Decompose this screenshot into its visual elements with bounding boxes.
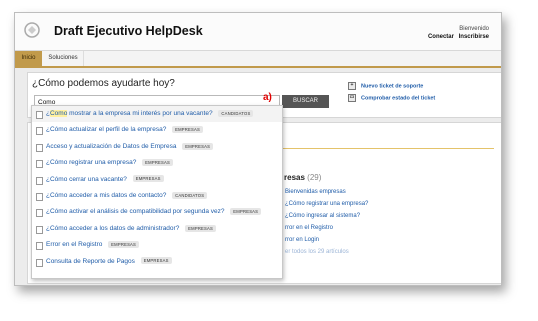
document-icon [36, 225, 43, 234]
category-tag: EMPRESAS [132, 175, 164, 183]
category-tag: CANDIDATOS [172, 191, 208, 199]
search-heading: ¿Cómo podemos ayudarte hoy? [32, 78, 175, 89]
search-button[interactable]: BUSCAR [282, 95, 329, 108]
document-icon [36, 143, 43, 152]
suggestion-text: ¿Cómo activar el análisis de compatibili… [46, 208, 225, 216]
signup-link[interactable]: Inscribirse [459, 34, 489, 40]
article-link[interactable]: Bienvenidas empresas [285, 189, 346, 195]
suggestion-text: Error en el Registro [46, 241, 103, 249]
category-tag: EMPRESAS [142, 158, 174, 166]
category-tag: EMPRESAS [185, 224, 217, 232]
suggestion-item[interactable]: Error en el Registro EMPRESAS [32, 237, 282, 253]
suggestion-text: ¿Cómo registrar una empresa? [46, 159, 137, 167]
suggestion-text: ¿Cómo acceder a mis datos de contacto? [46, 191, 167, 199]
tab-inicio[interactable]: Inicio [15, 51, 42, 66]
document-icon [36, 111, 43, 119]
suggestion-text: ¿Cómo cerrar una vacante? [46, 175, 127, 183]
category-count: (29) [307, 173, 322, 182]
header: Draft Ejecutivo HelpDesk Bienvenido Cone… [15, 13, 501, 51]
document-icon [36, 127, 43, 136]
category-tag: EMPRESAS [182, 142, 214, 150]
suggestion-item[interactable]: Acceso y actualización de Datos de Empre… [32, 139, 282, 155]
category-heading: resas (29) [284, 173, 321, 182]
category-tag: CANDIDATOS [218, 109, 254, 117]
suggestion-item[interactable]: ¿Cómo activar el análisis de compatibili… [32, 204, 282, 220]
quick-links: + Nuevo ticket de soporte ▭ Comprobar esta… [348, 82, 435, 106]
category-tag: EMPRESAS [108, 240, 140, 248]
document-icon [36, 192, 43, 201]
helpdesk-logo-icon [24, 22, 40, 38]
user-links: Conectar Inscribirse [425, 34, 489, 40]
article-link[interactable]: rror en Login [285, 237, 319, 243]
suggestion-item[interactable]: ¿Cómo cerrar una vacante? EMPRESAS [32, 172, 282, 188]
suggestion-item[interactable]: ¿Cómo registrar una empresa? EMPRESAS [32, 155, 282, 171]
document-icon [36, 160, 43, 169]
article-link[interactable]: ¿Cómo ingresar al sistema? [285, 213, 360, 219]
suggestion-item[interactable]: ¿Cómo actualizar el perfil de la empresa… [32, 122, 282, 138]
new-ticket-label: Nuevo ticket de soporte [361, 83, 424, 90]
suggestion-highlight: Como [49, 110, 68, 117]
tab-soluciones[interactable]: Soluciones [43, 51, 84, 66]
document-icon [36, 258, 43, 267]
suggestion-text: Consulta de Reporte de Pagos [46, 257, 135, 265]
suggestion-item[interactable]: Consulta de Reporte de Pagos EMPRESAS [32, 254, 282, 270]
article-link[interactable]: rror en el Registro [285, 225, 333, 231]
suggestion-text: ¿Cómo acceder a los datos de administrad… [46, 224, 180, 232]
suggestion-text: Acceso y actualización de Datos de Empre… [46, 142, 177, 150]
autocomplete-dropdown: ¿Como mostrar a la empresa mi interés po… [31, 105, 283, 279]
suggestion-item[interactable]: ¿Como mostrar a la empresa mi interés po… [32, 106, 282, 123]
document-icon [36, 176, 43, 185]
document-icon [36, 209, 43, 218]
nav-bar: Inicio Soluciones [15, 51, 501, 68]
suggestion-item[interactable]: ¿Cómo acceder a los datos de administrad… [32, 221, 282, 237]
suggestion-item[interactable]: ¿Cómo acceder a mis datos de contacto? C… [32, 188, 282, 204]
category-tag: EMPRESAS [230, 208, 262, 216]
connect-link[interactable]: Conectar [428, 34, 454, 40]
category-tag: EMPRESAS [140, 257, 172, 265]
ticket-icon: ▭ [348, 94, 356, 102]
new-ticket-link[interactable]: + Nuevo ticket de soporte [348, 82, 435, 94]
plus-icon: + [348, 82, 356, 90]
view-all-link[interactable]: er todos los 29 artículos [285, 249, 349, 255]
check-ticket-label: Comprobar estado del ticket [361, 95, 436, 102]
app-title: Draft Ejecutivo HelpDesk [54, 24, 203, 38]
category-title: resas [284, 173, 305, 182]
check-ticket-link[interactable]: ▭ Comprobar estado del ticket [348, 94, 435, 106]
article-link[interactable]: ¿Cómo registrar una empresa? [285, 201, 368, 207]
suggestion-text: mostrar a la empresa mi interés por una … [67, 110, 213, 117]
category-tag: EMPRESAS [172, 126, 203, 134]
annotation-label: a) [263, 92, 272, 103]
welcome-text: Bienvenido [459, 26, 489, 32]
document-icon [36, 242, 43, 251]
suggestion-text: ¿Cómo actualizar el perfil de la empresa… [46, 126, 167, 134]
